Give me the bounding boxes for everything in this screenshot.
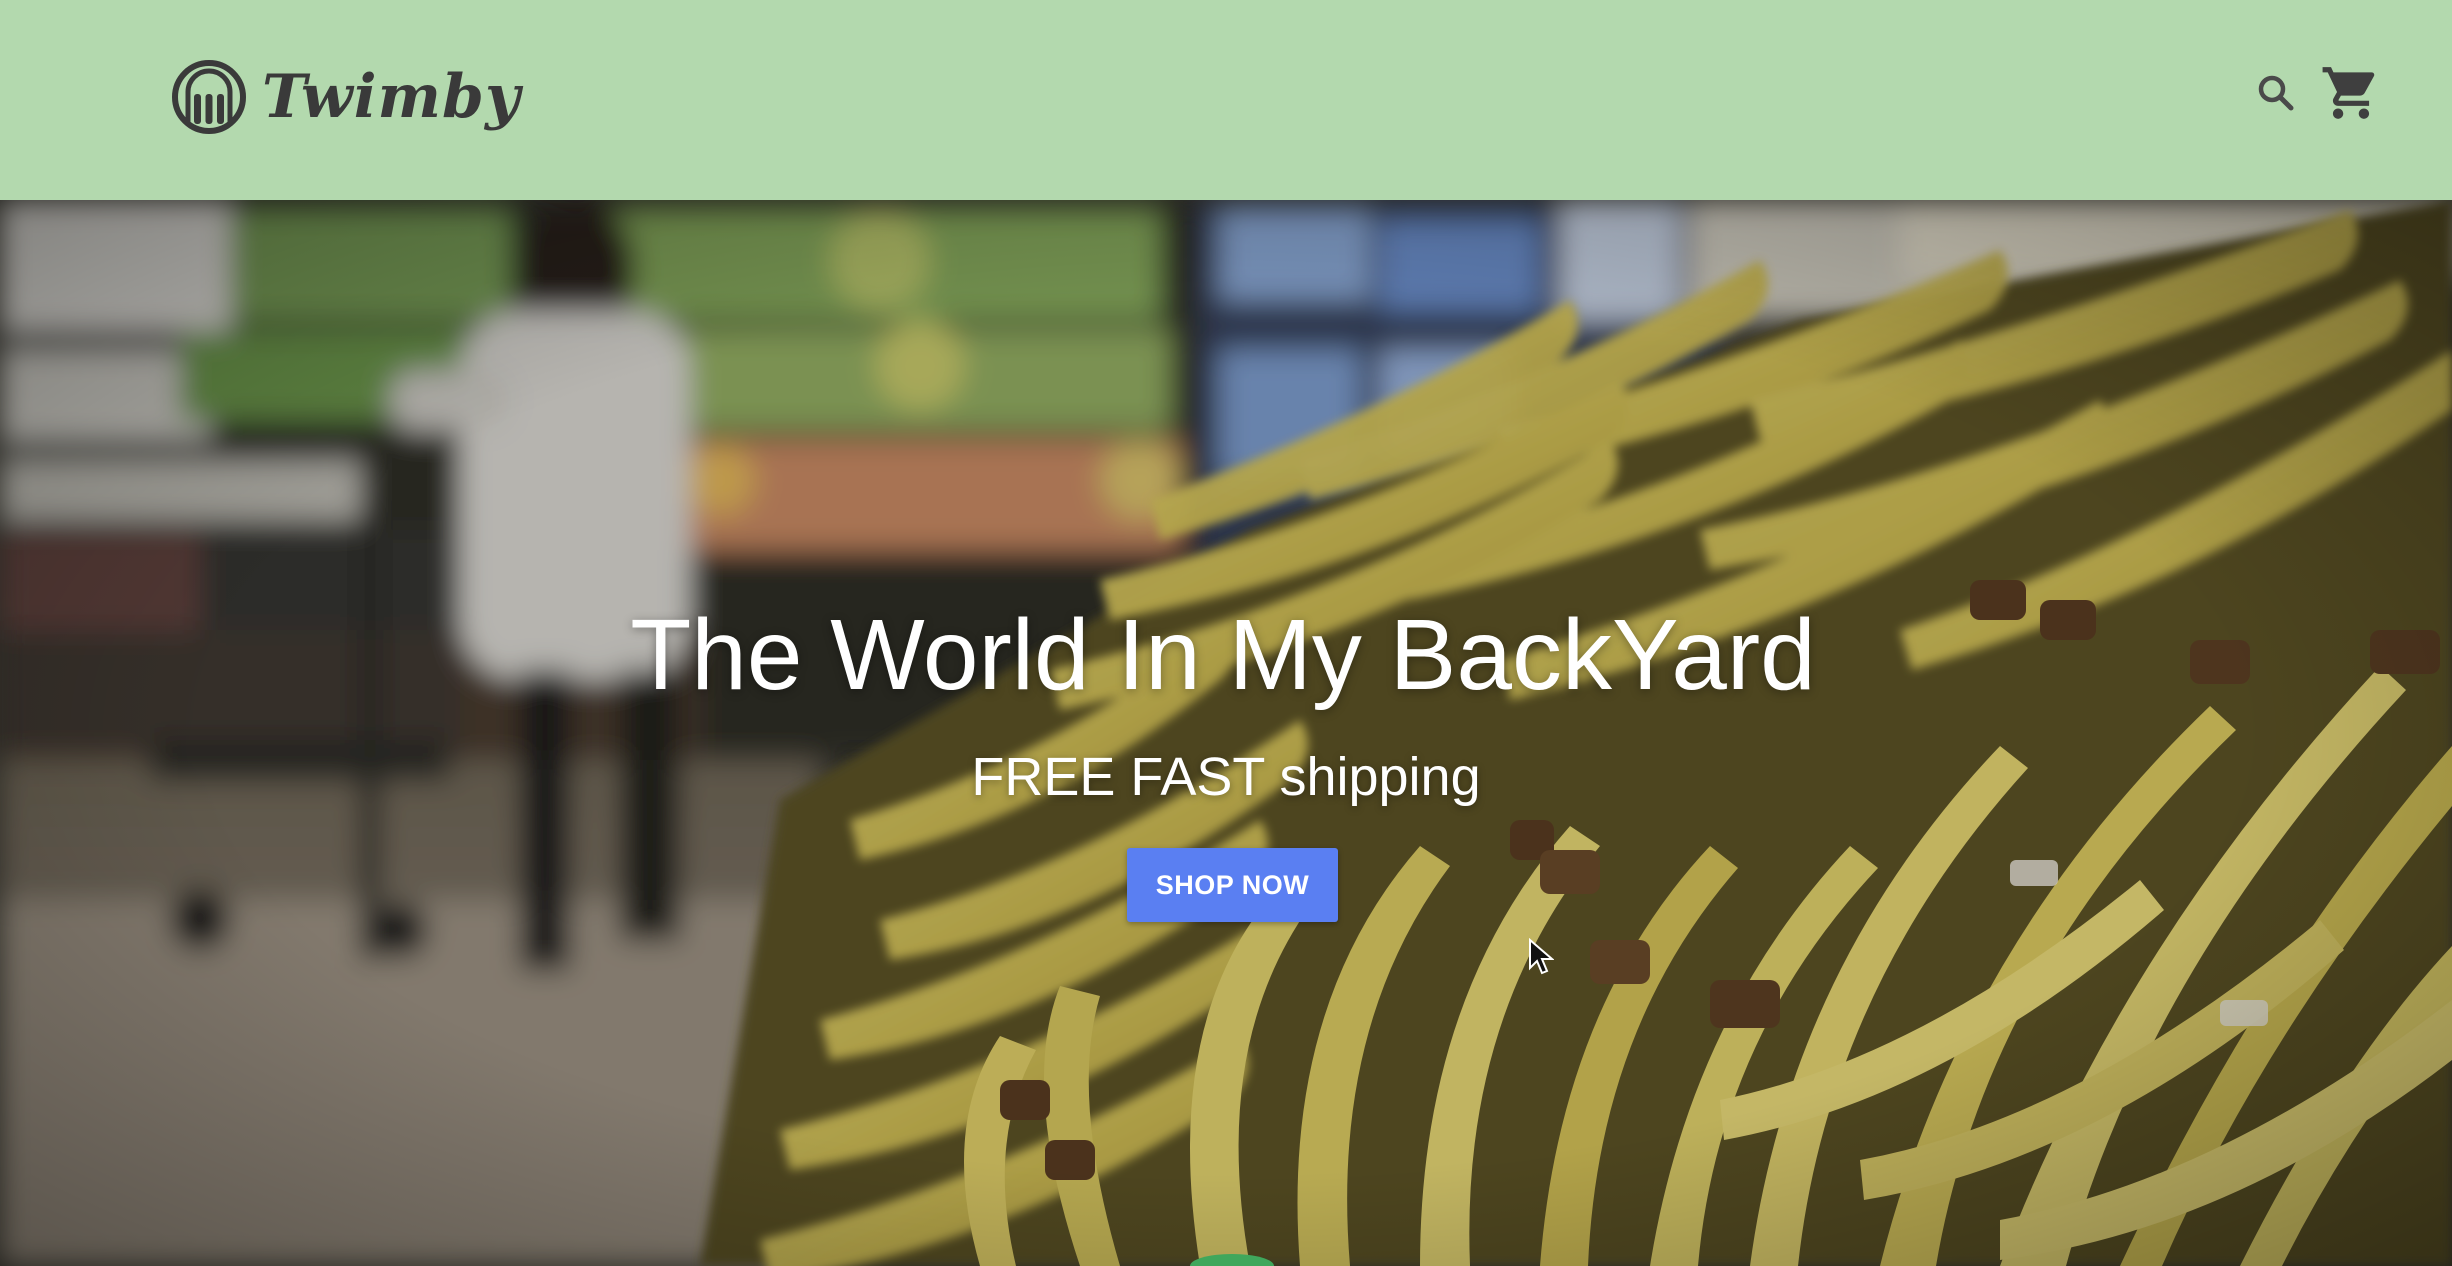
cart-icon[interactable] [2320, 62, 2382, 124]
brand-name: Twimby [262, 62, 521, 132]
hero-title: The World In My BackYard [0, 598, 2452, 713]
mouse-cursor-icon [1529, 938, 1554, 975]
search-icon[interactable] [2256, 73, 2296, 113]
hero-content: The World In My BackYard FREE FAST shipp… [0, 200, 2452, 1266]
header-actions [2256, 62, 2382, 124]
basket-logo-icon [172, 60, 246, 134]
page: Twimby The World In My BackYard FREE FAS… [0, 0, 2452, 1266]
hero-subtitle: FREE FAST shipping [971, 747, 1481, 807]
brand-logo[interactable]: Twimby [170, 58, 521, 136]
hero-banner: The World In My BackYard FREE FAST shipp… [0, 200, 2452, 1266]
hero-title-text: The World In My BackYard [630, 599, 1816, 711]
top-nav-bar: Twimby [0, 0, 2452, 200]
shop-now-button[interactable]: SHOP NOW [1127, 848, 1338, 922]
